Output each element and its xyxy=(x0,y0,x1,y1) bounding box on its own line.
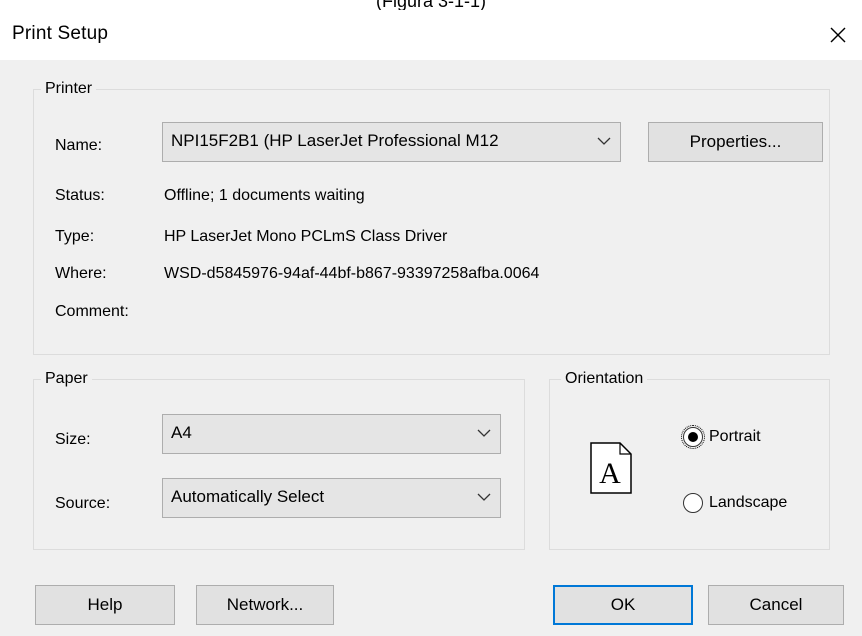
printer-type-label: Type: xyxy=(55,228,95,245)
close-button[interactable] xyxy=(814,10,862,60)
printer-status-label: Status: xyxy=(55,187,105,204)
paper-source-label: Source: xyxy=(55,495,111,512)
print-setup-dialog: Print Setup Printer Name: NPI15F2B1 (HP … xyxy=(0,10,862,636)
printer-where-label: Where: xyxy=(55,265,107,282)
landscape-label[interactable]: Landscape xyxy=(709,493,787,513)
paper-source-dropdown[interactable]: Automatically Select xyxy=(162,478,501,518)
page-preview-letter: A xyxy=(599,457,621,490)
paper-size-dropdown[interactable]: A4 xyxy=(162,414,501,454)
paper-size-label: Size: xyxy=(55,431,91,448)
paper-size-value: A4 xyxy=(171,423,192,442)
ok-button[interactable]: OK xyxy=(553,585,693,625)
help-button[interactable]: Help xyxy=(35,585,175,625)
printer-name-label: Name: xyxy=(55,137,103,154)
printer-type-value: HP LaserJet Mono PCLmS Class Driver xyxy=(164,228,448,245)
printer-name-value: NPI15F2B1 (HP LaserJet Professional M12 xyxy=(171,131,499,150)
portrait-label[interactable]: Portrait xyxy=(709,427,761,447)
paper-source-value: Automatically Select xyxy=(171,487,325,506)
printer-group-legend: Printer xyxy=(41,79,97,99)
dialog-title: Print Setup xyxy=(12,23,109,44)
cancel-button[interactable]: Cancel xyxy=(708,585,844,625)
portrait-radio[interactable] xyxy=(681,425,705,449)
properties-button[interactable]: Properties... xyxy=(648,122,823,162)
paper-group-legend: Paper xyxy=(41,369,92,389)
landscape-radio[interactable] xyxy=(683,493,703,513)
printer-name-dropdown[interactable]: NPI15F2B1 (HP LaserJet Professional M12 xyxy=(162,122,621,162)
paper-group: Paper xyxy=(33,369,525,550)
orientation-group-legend: Orientation xyxy=(561,369,648,389)
chevron-down-icon xyxy=(477,493,491,501)
printer-where-value: WSD-d5845976-94af-44bf-b867-93397258afba… xyxy=(164,265,540,282)
chevron-down-icon xyxy=(597,137,611,145)
printer-comment-label: Comment: xyxy=(55,303,129,320)
close-icon xyxy=(830,27,846,43)
network-button[interactable]: Network... xyxy=(196,585,334,625)
portrait-page-icon: A xyxy=(590,442,632,494)
chevron-down-icon xyxy=(477,429,491,437)
title-bar: Print Setup xyxy=(0,10,862,60)
printer-status-value: Offline; 1 documents waiting xyxy=(164,187,365,204)
portrait-radio-dot xyxy=(688,432,698,442)
